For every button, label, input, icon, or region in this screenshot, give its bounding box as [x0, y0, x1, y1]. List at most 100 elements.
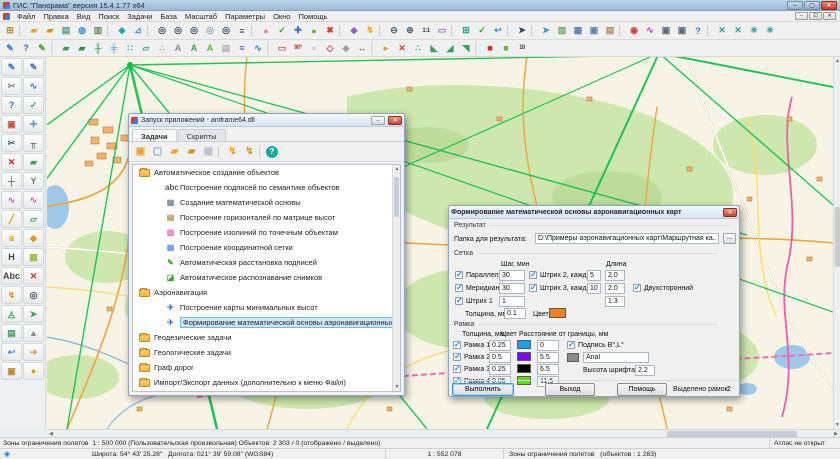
tree-row[interactable]: Аэронавигация — [133, 285, 400, 300]
tab[interactable]: Скрипты — [178, 129, 226, 141]
tree-row[interactable]: ▨ Построение изолиний по точечным объект… — [133, 225, 400, 240]
scroll-up-arrow[interactable]: ▲ — [393, 165, 401, 173]
checkbox-icon[interactable] — [529, 271, 537, 279]
meridians-checkbox[interactable]: Меридианы — [455, 284, 504, 292]
zoom-frame-icon[interactable]: ▭ — [434, 24, 450, 38]
frame-checkbox[interactable]: Рамка 2 — [453, 353, 490, 361]
palette-icon[interactable]: ◉ — [626, 24, 642, 38]
flash-icon[interactable]: ↯ — [1, 286, 22, 304]
parallels-checkbox[interactable]: Параллели — [455, 271, 503, 279]
toolbar-icon[interactable] — [475, 42, 481, 54]
spline-icon[interactable]: ∿ — [1, 191, 22, 209]
toolbar-icon[interactable] — [531, 25, 537, 37]
green-shift2-icon[interactable]: ◢ — [442, 41, 458, 55]
close-button[interactable]: ✕ — [821, 1, 837, 10]
objects-mark-icon[interactable]: ∴ — [154, 41, 170, 55]
text-green-icon[interactable]: A — [186, 41, 202, 55]
search-icon[interactable]: ◎ — [154, 24, 170, 38]
angle-90-icon[interactable]: 90° — [290, 41, 306, 55]
green-shift-icon[interactable]: ◣ — [426, 41, 442, 55]
cut-object-icon[interactable]: ✂ — [1, 77, 22, 95]
scroll-thumb[interactable] — [835, 207, 840, 267]
scale-1-1-icon[interactable]: 1:1 — [418, 24, 434, 38]
menu-item[interactable]: Правка — [39, 11, 72, 22]
caption-checkbox[interactable]: Подпись B°,L° — [567, 341, 624, 349]
create-object-icon[interactable]: ▰ — [58, 41, 74, 55]
pointer-green-icon[interactable]: ➤ — [23, 305, 44, 323]
run-button[interactable]: Выполнить — [452, 383, 514, 396]
toolbar-icon[interactable] — [707, 25, 713, 37]
frame-distance-input[interactable] — [537, 352, 559, 363]
open-db-icon[interactable]: ▤ — [58, 24, 74, 38]
select-map-icon[interactable]: ▧ — [554, 24, 570, 38]
move-icon[interactable]: ✛ — [23, 115, 44, 133]
meridians-step-input[interactable] — [499, 283, 525, 294]
create-objects-icon[interactable]: ▰ — [74, 41, 90, 55]
dash1-checkbox[interactable]: Штрих 1 — [455, 297, 493, 305]
text-wave-icon[interactable]: A — [202, 41, 218, 55]
tree-scrollbar[interactable]: ▲ ▼ — [392, 165, 400, 391]
save-icon[interactable]: ▦ — [201, 145, 216, 159]
bezier-icon[interactable]: ∿ — [23, 77, 44, 95]
open-folder-alt-icon[interactable]: ▰ — [184, 145, 199, 159]
scroll-down-arrow[interactable]: ▼ — [834, 421, 840, 429]
topology-node-icon[interactable]: ✕ — [714, 24, 730, 38]
toolbar-icon[interactable] — [507, 25, 513, 37]
dataflow-icon[interactable]: ⊿ — [130, 24, 146, 38]
topology-merge-icon[interactable]: ✳ — [762, 24, 778, 38]
frame-thickness-input[interactable] — [489, 352, 511, 363]
frame-color-swatch[interactable] — [517, 364, 531, 373]
parallels-length-input[interactable] — [605, 270, 625, 281]
print-setup-icon[interactable]: ▣ — [674, 24, 690, 38]
font-name-input[interactable] — [583, 352, 649, 363]
scroll-down-arrow[interactable]: ▼ — [393, 383, 401, 391]
toolbar-icon[interactable] — [371, 42, 377, 54]
layers-icon[interactable]: ◈ — [114, 24, 130, 38]
open-add-icon[interactable]: ▰ — [42, 24, 58, 38]
dash2-checkbox[interactable]: Штрих 2, каждый — [529, 271, 595, 279]
menu-item[interactable]: Вид — [73, 11, 95, 22]
axis-split-icon[interactable]: ╪ — [106, 41, 122, 55]
search-area-icon[interactable]: ◎ — [170, 24, 186, 38]
arrow-orange-icon[interactable]: ➔ — [23, 343, 44, 361]
parallels-step-input[interactable] — [499, 270, 525, 281]
measure-icon[interactable]: ↔ — [354, 41, 370, 55]
toolbar-icon[interactable] — [267, 42, 273, 54]
scroll-thumb[interactable] — [394, 177, 399, 217]
menu-item[interactable]: Параметры — [221, 11, 269, 22]
current-scale-value[interactable]: 1 : 552 078 — [386, 449, 504, 459]
menu-item[interactable]: Окно — [269, 11, 294, 22]
open-map-icon[interactable]: ▰ — [26, 24, 42, 38]
line-orange-icon[interactable]: ╱ — [1, 210, 22, 228]
print-icon[interactable]: ▣ — [658, 24, 674, 38]
checkbox-icon[interactable] — [453, 353, 461, 361]
map3d-icon[interactable]: ◆ — [346, 24, 362, 38]
paste-gray-icon[interactable]: ▤ — [218, 41, 234, 55]
dash3-every-input[interactable] — [587, 283, 601, 294]
menu-item[interactable]: Помощь — [295, 11, 332, 22]
help-button[interactable]: Помощь — [617, 383, 667, 396]
checkbox-icon[interactable] — [453, 365, 461, 373]
clipboard-icon[interactable]: ▤ — [602, 24, 618, 38]
tree-row[interactable]: ◪ Автоматическое распознавание снимков — [133, 270, 400, 285]
map-horizontal-scrollbar[interactable]: ◀ ▶ — [47, 429, 840, 437]
edit-pencil-icon[interactable]: ✎ — [2, 41, 18, 55]
frame-thickness-input[interactable] — [489, 340, 511, 351]
frame-checkbox[interactable]: Рамка 1 — [453, 341, 490, 349]
tree-row[interactable]: abc Построение подписей по семантике объ… — [133, 180, 400, 195]
search-object-icon[interactable]: ◎ — [218, 24, 234, 38]
object-list-icon[interactable]: ≡ — [234, 24, 250, 38]
frame-thickness-input[interactable] — [489, 364, 511, 375]
select-cursor-icon[interactable]: ➤ — [514, 24, 530, 38]
new-folder-icon[interactable]: ▣ — [133, 145, 148, 159]
checkbox-icon[interactable] — [455, 284, 463, 292]
tree-row[interactable]: ▦ Построение координатной сетки — [133, 240, 400, 255]
draw-pencil2-icon[interactable]: ✎ — [23, 58, 44, 76]
minimize-button[interactable]: – — [787, 1, 803, 10]
checkbox-icon[interactable] — [455, 271, 463, 279]
run-task-icon[interactable]: ↯ — [225, 145, 240, 159]
star-icon[interactable]: ◆ — [23, 229, 44, 247]
mdi-restore-button[interactable]: ⊡ — [809, 12, 822, 20]
frame-checkbox[interactable]: Рамка 3 — [453, 365, 490, 373]
dialog-minimize-button[interactable]: – — [371, 116, 385, 125]
